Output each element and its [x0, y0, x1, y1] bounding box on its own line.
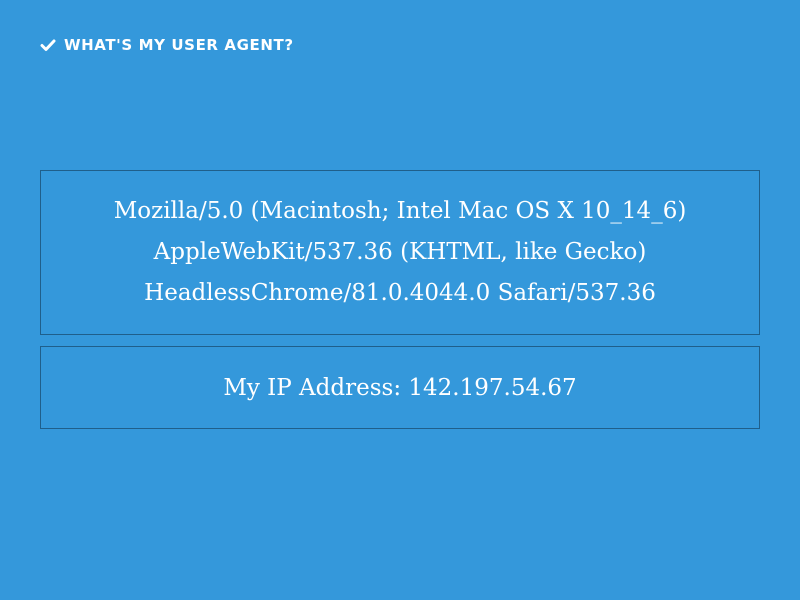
- ip-address-text: My IP Address: 142.197.54.67: [223, 373, 576, 403]
- check-icon: [40, 37, 56, 53]
- ip-address-value: 142.197.54.67: [408, 374, 577, 401]
- user-agent-line: AppleWebKit/537.36 (KHTML, like Gecko): [153, 239, 647, 265]
- page-header: What's my user agent?: [40, 34, 294, 56]
- user-agent-box: Mozilla/5.0 (Macintosh; Intel Mac OS X 1…: [40, 170, 760, 335]
- user-agent-text: Mozilla/5.0 (Macintosh; Intel Mac OS X 1…: [80, 191, 720, 314]
- ip-address-box: My IP Address: 142.197.54.67: [40, 346, 760, 429]
- ip-address-label: My IP Address:: [223, 374, 402, 401]
- user-agent-line: Mozilla/5.0 (Macintosh; Intel Mac OS X 1…: [113, 198, 687, 224]
- page-title: What's my user agent?: [64, 36, 294, 54]
- user-agent-line: HeadlessChrome/81.0.4044.0 Safari/537.36: [144, 280, 656, 306]
